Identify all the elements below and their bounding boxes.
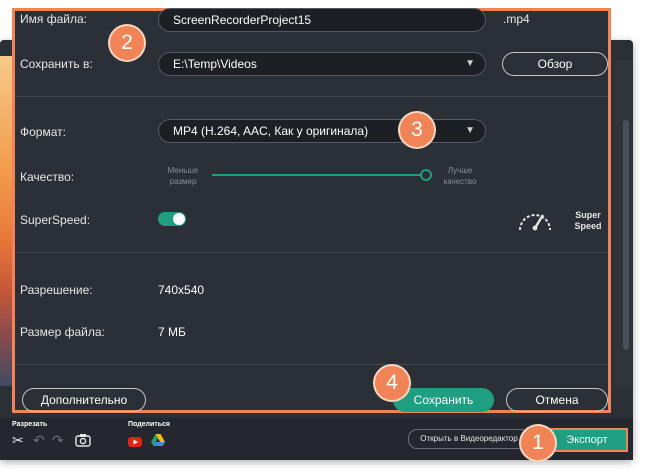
redo-icon[interactable]: ↷ (52, 433, 64, 447)
quality-min-label: Меньше размер (158, 165, 208, 187)
quality-max-label: Лучше качество (434, 165, 486, 187)
callout-badge-1: 1 (521, 426, 555, 460)
google-drive-icon[interactable] (151, 433, 165, 446)
file-size-value: 7 МБ (158, 325, 186, 339)
format-label: Формат: (20, 125, 66, 139)
divider (16, 252, 608, 253)
quality-slider-track[interactable] (212, 174, 426, 176)
quality-max-line1: Лучше (447, 166, 473, 175)
advanced-button[interactable]: Дополнительно (22, 388, 146, 412)
quality-slider-handle[interactable] (420, 169, 432, 181)
share-section-label: Поделиться (128, 421, 171, 428)
file-extension: .mp4 (503, 12, 530, 26)
filename-label: Имя файла: (20, 12, 87, 26)
divider (16, 96, 608, 97)
filename-value: ScreenRecorderProject15 (173, 13, 312, 27)
browse-button[interactable]: Обзор (502, 52, 608, 76)
superspeed-toggle[interactable] (158, 212, 186, 226)
callout-badge-4: 4 (375, 366, 409, 400)
superspeed-caption: Super Speed (566, 210, 610, 232)
cut-section-label: Разрезать (12, 421, 48, 428)
save-to-label: Сохранить в: (20, 57, 93, 71)
resolution-value: 740x540 (158, 283, 205, 297)
callout-badge-3: 3 (400, 113, 434, 147)
chevron-down-icon: ▼ (465, 125, 475, 136)
filename-input[interactable]: ScreenRecorderProject15 (158, 8, 486, 32)
save-button[interactable]: Сохранить (393, 388, 494, 412)
undo-icon[interactable]: ↶ (33, 433, 45, 447)
quality-max-line2: качество (443, 177, 477, 186)
export-button[interactable]: Экспорт (546, 428, 628, 452)
divider (16, 364, 608, 365)
format-value: MP4 (H.264, AAC, Как у оригинала) (173, 124, 369, 138)
scrollbar[interactable] (623, 120, 629, 350)
superspeed-caption-line2: Speed (574, 221, 602, 231)
save-to-value: E:\Temp\Videos (173, 57, 257, 71)
quality-min-line1: Меньше (167, 166, 199, 175)
save-to-select[interactable]: E:\Temp\Videos ▼ (158, 52, 486, 76)
youtube-icon[interactable] (128, 434, 142, 447)
format-select[interactable]: MP4 (H.264, AAC, Как у оригинала) ▼ (158, 119, 486, 143)
chevron-down-icon: ▼ (465, 58, 475, 69)
speedometer-icon (516, 206, 554, 232)
snapshot-camera-icon[interactable] (75, 433, 91, 447)
toggle-knob (173, 213, 185, 225)
callout-badge-2: 2 (110, 26, 144, 60)
superspeed-label: SuperSpeed: (20, 213, 91, 227)
resolution-label: Разрешение: (20, 283, 93, 297)
cancel-button[interactable]: Отмена (506, 388, 608, 412)
superspeed-caption-line1: Super (575, 210, 601, 220)
quality-label: Качество: (20, 170, 75, 184)
scissors-icon[interactable]: ✂ (12, 433, 24, 447)
quality-min-line2: размер (169, 177, 197, 186)
open-in-editor-button[interactable]: Открыть в Видеоредактор (408, 429, 530, 449)
file-size-label: Размер файла: (20, 325, 105, 339)
